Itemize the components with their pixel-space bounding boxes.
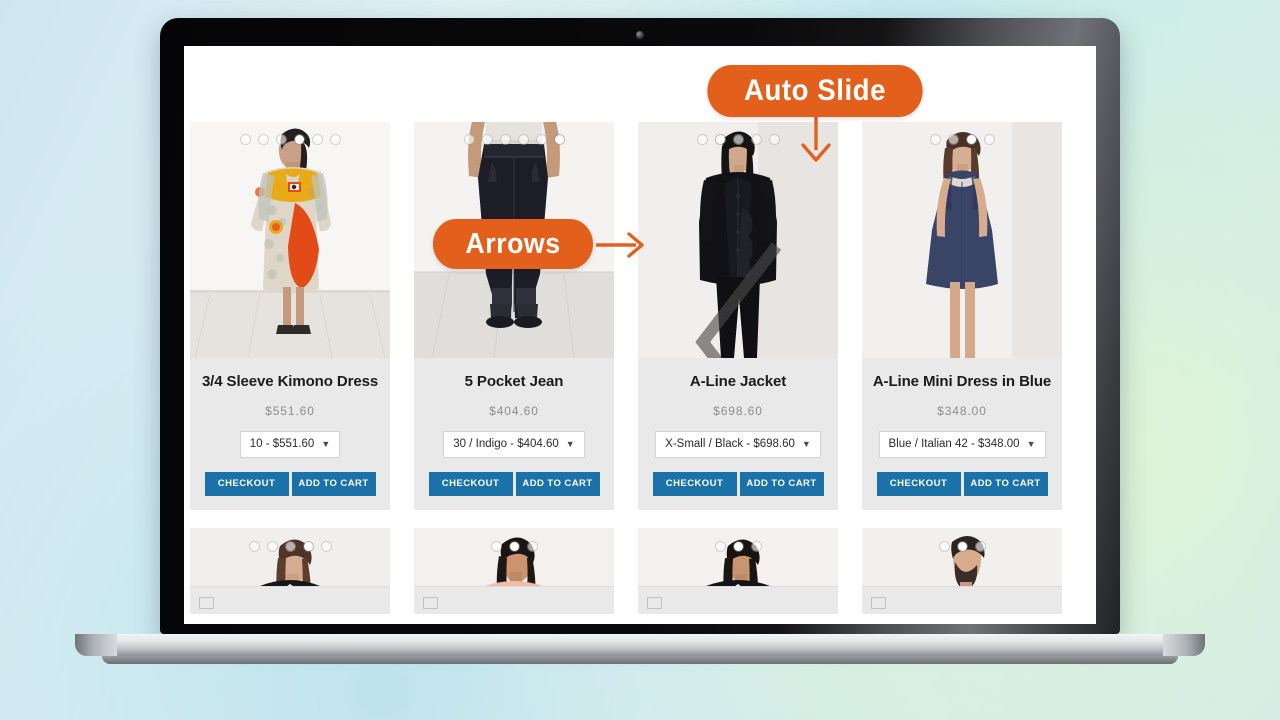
- product-grid-row-bottom: [184, 527, 1096, 614]
- product-price: $404.60: [489, 403, 539, 418]
- product-image[interactable]: [190, 527, 390, 586]
- bearded-model-photo: [862, 527, 1062, 586]
- product-image[interactable]: [862, 527, 1062, 586]
- chevron-down-icon: ▼: [565, 438, 575, 449]
- variant-select-value: 30 / Indigo - $404.60: [453, 438, 559, 451]
- carousel-next-button[interactable]: [811, 224, 829, 256]
- checkout-button[interactable]: CHECKOUT: [204, 471, 289, 496]
- screenshot-stage: 3/4 Sleeve Kimono Dress $551.60 10 - $55…: [0, 0, 1280, 720]
- chevron-right-icon: [811, 224, 838, 358]
- product-card-body: 3/4 Sleeve Kimono Dress $551.60 10 - $55…: [190, 358, 390, 496]
- product-title: A-Line Mini Dress in Blue: [872, 373, 1052, 390]
- product-card[interactable]: [190, 527, 390, 614]
- product-card-stub: [862, 585, 1062, 614]
- checkout-button[interactable]: CHECKOUT: [428, 471, 513, 496]
- blazer-photo: [190, 527, 390, 586]
- chevron-left-icon: [695, 242, 782, 358]
- webcam-icon: [636, 31, 644, 39]
- callout-badge-arrows: Arrows: [432, 219, 594, 269]
- add-to-cart-button[interactable]: ADD TO CART: [291, 471, 376, 496]
- product-actions: CHECKOUT ADD TO CART: [424, 471, 604, 496]
- laptop-screen: 3/4 Sleeve Kimono Dress $551.60 10 - $55…: [184, 46, 1096, 624]
- product-card[interactable]: [638, 527, 838, 614]
- variant-select[interactable]: 30 / Indigo - $404.60 ▼: [443, 430, 585, 458]
- product-card-body: A-Line Mini Dress in Blue $348.00 Blue /…: [862, 358, 1062, 496]
- laptop-base-foot: [102, 656, 1178, 664]
- variant-select-value: Blue / Italian 42 - $348.00: [888, 438, 1020, 451]
- variant-select-value: X-Small / Black - $698.60: [665, 438, 795, 451]
- variant-select[interactable]: Blue / Italian 42 - $348.00 ▼: [878, 430, 1046, 458]
- product-actions: CHECKOUT ADD TO CART: [872, 471, 1052, 496]
- product-price: $551.60: [265, 403, 315, 418]
- product-card-stub: [638, 585, 838, 614]
- callout-arrow-down-icon: [801, 112, 831, 162]
- product-card-body: 5 Pocket Jean $404.60 30 / Indigo - $404…: [414, 358, 614, 496]
- product-card-stub: [190, 585, 390, 614]
- product-image[interactable]: [190, 122, 390, 358]
- product-card[interactable]: A-Line Jacket $698.60 X-Small / Black - …: [638, 122, 838, 510]
- product-card[interactable]: 5 Pocket Jean $404.60 30 / Indigo - $404…: [414, 122, 614, 510]
- chevron-down-icon: ▼: [321, 438, 331, 449]
- variant-select[interactable]: X-Small / Black - $698.60 ▼: [655, 430, 821, 458]
- product-actions: CHECKOUT ADD TO CART: [648, 471, 828, 496]
- add-to-cart-button[interactable]: ADD TO CART: [515, 471, 600, 496]
- variant-select-value: 10 - $551.60: [249, 438, 315, 451]
- product-title: 5 Pocket Jean: [464, 373, 564, 390]
- product-title: 3/4 Sleeve Kimono Dress: [201, 373, 379, 390]
- checkout-button[interactable]: CHECKOUT: [876, 471, 961, 496]
- product-card[interactable]: 3/4 Sleeve Kimono Dress $551.60 10 - $55…: [190, 122, 390, 510]
- product-price: $348.00: [937, 403, 987, 418]
- product-image[interactable]: [862, 122, 1062, 358]
- product-card[interactable]: [862, 527, 1062, 614]
- add-to-cart-button[interactable]: ADD TO CART: [963, 471, 1048, 496]
- laptop-lid: 3/4 Sleeve Kimono Dress $551.60 10 - $55…: [160, 18, 1120, 634]
- product-card-body: A-Line Jacket $698.60 X-Small / Black - …: [638, 358, 838, 496]
- callout-badge-auto-slide: Auto Slide: [707, 65, 923, 117]
- chevron-down-icon: ▼: [801, 438, 811, 449]
- variant-select[interactable]: 10 - $551.60 ▼: [239, 430, 341, 458]
- carousel-prev-button[interactable]: [647, 224, 782, 358]
- add-to-cart-button[interactable]: ADD TO CART: [739, 471, 824, 496]
- chevron-down-icon: ▼: [1026, 438, 1036, 449]
- product-actions: CHECKOUT ADD TO CART: [200, 471, 380, 496]
- a-line-mini-dress-photo: [862, 122, 1062, 358]
- laptop-base: [75, 634, 1205, 656]
- kimono-dress-photo: [190, 122, 390, 358]
- peach-top-photo: [414, 527, 614, 586]
- product-image[interactable]: [638, 527, 838, 586]
- product-card[interactable]: A-Line Mini Dress in Blue $348.00 Blue /…: [862, 122, 1062, 510]
- laptop-mockup: 3/4 Sleeve Kimono Dress $551.60 10 - $55…: [75, 18, 1205, 664]
- product-price: $698.60: [713, 403, 763, 418]
- product-title: A-Line Jacket: [689, 373, 787, 390]
- product-grid-row-top: 3/4 Sleeve Kimono Dress $551.60 10 - $55…: [184, 46, 1096, 510]
- callout-arrow-right-icon: [596, 232, 644, 258]
- checkout-button[interactable]: CHECKOUT: [652, 471, 737, 496]
- product-card[interactable]: [414, 527, 614, 614]
- white-shirt-photo: [638, 527, 838, 586]
- product-card-stub: [414, 585, 614, 614]
- product-image[interactable]: [414, 527, 614, 586]
